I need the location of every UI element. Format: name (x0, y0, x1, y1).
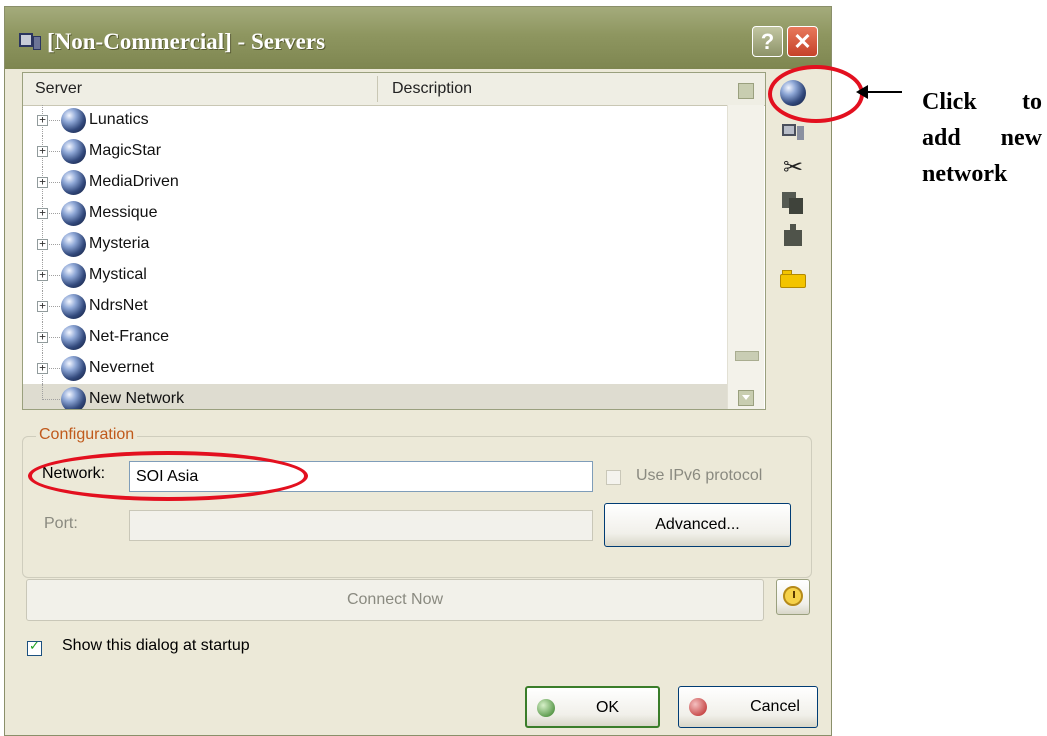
column-header-server[interactable]: Server (35, 80, 82, 98)
server-name: NdrsNet (89, 297, 148, 314)
copy-icon[interactable] (780, 190, 806, 216)
schedule-button[interactable] (776, 579, 810, 615)
expand-plus-icon[interactable]: + (37, 362, 48, 374)
list-header: Server Description (23, 73, 765, 106)
server-list-item[interactable]: + Messique (23, 198, 727, 229)
globe-icon (61, 263, 86, 288)
server-name: New Network (89, 390, 185, 407)
annotation-word: to (1022, 89, 1042, 115)
server-name: Net-France (89, 328, 170, 345)
ipv6-label: Use IPv6 protocol (636, 467, 763, 484)
add-server-icon[interactable] (780, 120, 806, 146)
scroll-down-button[interactable] (738, 390, 754, 406)
server-name: Lunatics (89, 111, 149, 128)
column-header-description[interactable]: Description (392, 80, 472, 98)
configuration-legend: Configuration (36, 426, 138, 444)
server-list-item[interactable]: + MediaDriven (23, 167, 727, 198)
server-list-item[interactable]: New Network (23, 384, 727, 409)
globe-icon (61, 325, 86, 350)
checkmark-icon (537, 699, 555, 717)
server-list-body: + Lunatics + MagicStar + MediaDriven + Messique… (23, 105, 727, 409)
expand-plus-icon[interactable]: + (37, 114, 48, 126)
server-name: Messique (89, 204, 158, 221)
app-icon (19, 33, 41, 50)
title-bar[interactable]: [Non-Commercial] - Servers ? ✕ (5, 7, 831, 69)
highlight-ring-add-network (768, 65, 864, 123)
cancel-label: Cancel (750, 698, 800, 715)
globe-icon (61, 108, 86, 133)
server-list-item[interactable]: + Mysteria (23, 229, 727, 260)
ipv6-checkbox[interactable] (606, 470, 621, 485)
cancel-icon (689, 698, 707, 716)
annotation-word: add (922, 125, 961, 151)
expand-plus-icon[interactable]: + (37, 269, 48, 281)
server-list-item[interactable]: + Mystical (23, 260, 727, 291)
expand-plus-icon[interactable]: + (37, 145, 48, 157)
server-name: MediaDriven (89, 173, 179, 190)
vertical-scrollbar[interactable] (727, 83, 764, 409)
server-name: Mysteria (89, 235, 150, 252)
annotation-word: Click (922, 89, 977, 115)
help-button[interactable]: ? (752, 26, 783, 57)
expand-plus-icon[interactable]: + (37, 300, 48, 312)
server-name: MagicStar (89, 142, 162, 159)
clock-icon (783, 586, 803, 606)
annotation-word: network (922, 161, 1008, 187)
folder-icon[interactable] (780, 270, 806, 288)
scroll-up-button[interactable] (738, 83, 754, 99)
server-list-item[interactable]: + Nevernet (23, 353, 727, 384)
tree-line (42, 384, 44, 400)
server-list-item[interactable]: + Net-France (23, 322, 727, 353)
annotation-word: new (1000, 125, 1042, 151)
server-list-item[interactable]: + Lunatics (23, 105, 727, 136)
show-at-startup-label: Show this dialog at startup (62, 637, 250, 654)
column-divider[interactable] (377, 76, 378, 102)
globe-icon (61, 294, 86, 319)
server-name: Nevernet (89, 359, 154, 376)
expand-plus-icon[interactable]: + (37, 176, 48, 188)
server-list-item[interactable]: + NdrsNet (23, 291, 727, 322)
server-name: Mystical (89, 266, 147, 283)
close-button[interactable]: ✕ (787, 26, 818, 57)
expand-plus-icon[interactable]: + (37, 238, 48, 250)
ok-button[interactable]: OK (525, 686, 660, 728)
window-title: [Non-Commercial] - Servers (47, 29, 326, 54)
connect-now-button[interactable]: Connect Now (26, 579, 764, 621)
globe-icon (61, 387, 86, 409)
port-label: Port: (44, 515, 78, 532)
scroll-thumb[interactable] (735, 351, 759, 361)
globe-icon (61, 139, 86, 164)
ok-label: OK (595, 699, 620, 716)
advanced-button[interactable]: Advanced... (604, 503, 791, 547)
server-list-item[interactable]: + MagicStar (23, 136, 727, 167)
cancel-button[interactable]: Cancel (678, 686, 818, 728)
highlight-ring-network-field (28, 451, 308, 501)
globe-icon (61, 356, 86, 381)
server-list[interactable]: Server Description + Lunatics + MagicStar + M… (22, 72, 766, 410)
show-at-startup-checkbox[interactable] (27, 639, 42, 656)
left-arrow-icon (856, 85, 902, 99)
paste-icon[interactable] (780, 222, 806, 248)
expand-plus-icon[interactable]: + (37, 207, 48, 219)
connect-now-label: Connect Now (346, 591, 444, 608)
globe-icon (61, 232, 86, 257)
port-input[interactable] (129, 510, 593, 541)
globe-icon (61, 201, 86, 226)
annotation-text: Click to add new network (922, 84, 1042, 192)
cut-scissors-icon[interactable]: ✂ (780, 154, 806, 180)
expand-plus-icon[interactable]: + (37, 331, 48, 343)
globe-icon (61, 170, 86, 195)
